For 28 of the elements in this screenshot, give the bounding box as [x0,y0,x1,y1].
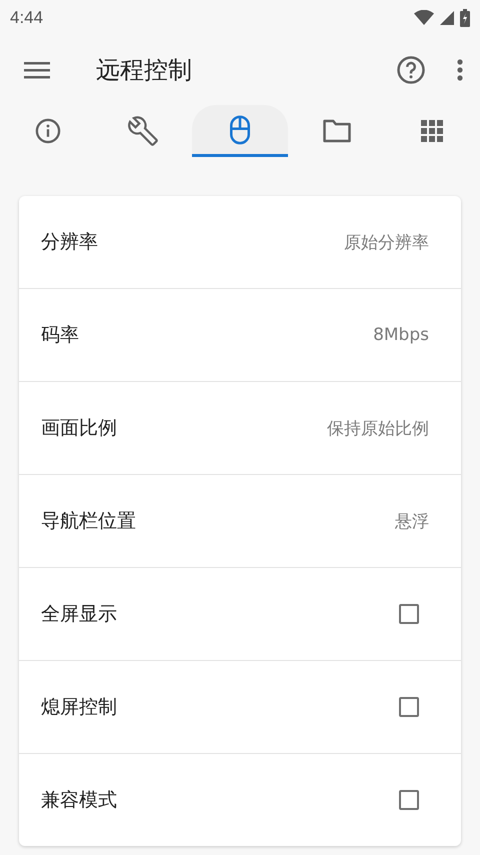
wifi-icon [414,10,434,25]
checkbox[interactable] [399,697,419,717]
setting-label[interactable]: 分辨率 [41,229,98,255]
setting-value: 8Mbps [373,325,429,345]
setting-label[interactable]: 兼容模式 [41,787,117,813]
info-icon [34,117,62,145]
mouse-icon [227,114,253,144]
more-options-button[interactable] [456,58,464,82]
checkbox[interactable] [399,604,419,624]
signal-icon [440,10,454,24]
status-time: 4:44 [10,8,44,28]
checkbox[interactable] [399,790,419,810]
setting-value: 原始分辨率 [344,232,429,254]
setting-label[interactable]: 码率 [41,322,79,348]
setting-label[interactable]: 导航栏位置 [41,508,136,534]
setting-value: 保持原始比例 [327,418,429,440]
battery-icon [460,8,470,26]
setting-label[interactable]: 全屏显示 [41,601,117,627]
folder-icon [322,117,352,145]
tab[interactable] [192,105,288,157]
help-button[interactable] [396,55,426,85]
setting-label[interactable]: 画面比例 [41,415,117,441]
menu-button[interactable] [24,60,50,80]
setting-value: 悬浮 [395,510,429,532]
apps-icon [420,119,444,143]
wrench-icon [128,116,158,146]
page-title: 远程控制 [96,55,193,86]
setting-label[interactable]: 熄屏控制 [41,694,117,720]
